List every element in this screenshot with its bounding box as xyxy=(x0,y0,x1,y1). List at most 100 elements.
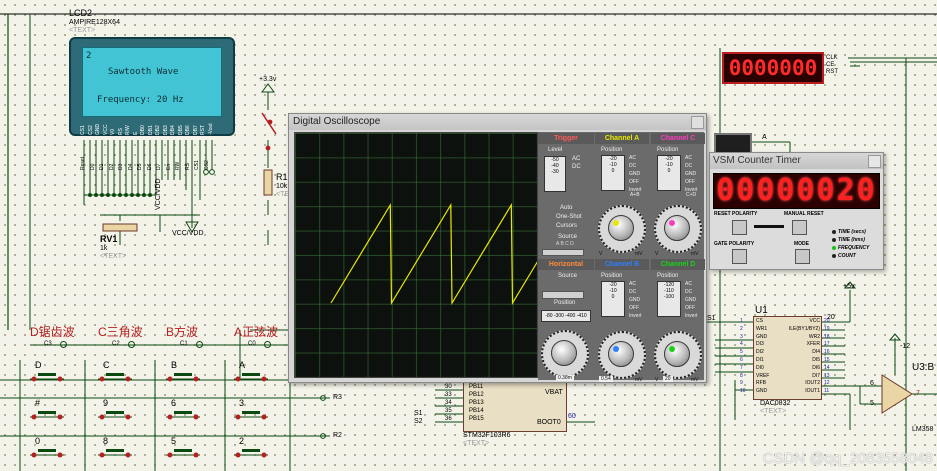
mode-option[interactable]: COUNT xyxy=(838,253,856,259)
mcu-boot0: BOOT0 xyxy=(537,419,561,426)
keypad-button[interactable] xyxy=(162,446,204,458)
keypad-button[interactable] xyxy=(94,370,136,382)
horizontal-position-scale[interactable]: -80 -300 -400 -410 xyxy=(541,310,591,322)
keypad-button[interactable] xyxy=(230,408,272,420)
a-plus-b-label[interactable]: A+B xyxy=(630,192,640,198)
lcd-pin-label: DB7 xyxy=(192,125,199,135)
channel-mode-option[interactable]: AC xyxy=(629,155,636,161)
lcd-net-label: Reset xyxy=(80,156,86,170)
opamp-part: LM358 xyxy=(912,426,934,433)
keypad-button[interactable] xyxy=(26,446,68,458)
lcd-pin-label: CS1 xyxy=(80,125,86,135)
oscilloscope-title[interactable]: Digital Oscilloscope xyxy=(289,114,706,130)
opamp-ref: U3:B xyxy=(912,362,935,373)
keypad-button[interactable] xyxy=(230,446,272,458)
timebase-knob[interactable] xyxy=(551,340,577,366)
keypad-button-label: 8 xyxy=(103,436,109,446)
trigger-source-options[interactable]: A B C D xyxy=(556,241,574,247)
channel-scale-knob[interactable] xyxy=(608,215,634,241)
dac-pin-number: 13 xyxy=(824,372,830,379)
channel-scale-knob[interactable] xyxy=(608,341,634,367)
keypad-button[interactable] xyxy=(162,408,204,420)
reset-polarity-button[interactable] xyxy=(732,220,747,235)
mode-option[interactable]: TIME (secs) xyxy=(838,229,866,235)
channel-mode-option[interactable]: OFF xyxy=(685,179,695,185)
dac-pin-number: 9 xyxy=(740,380,743,387)
oscilloscope-window[interactable]: Digital Oscilloscope Trigger Level -50 -4… xyxy=(288,113,707,383)
channel-mode-option[interactable]: DC xyxy=(629,289,636,295)
trigger-dc[interactable]: DC xyxy=(572,164,581,170)
channel-mode-option[interactable]: AC xyxy=(685,155,692,161)
keypad-button[interactable] xyxy=(162,370,204,382)
dac-pin-label: DI4 xyxy=(812,349,820,356)
trigger-level-scale[interactable]: -50 -40 -30 xyxy=(544,156,566,192)
channel-mode-option[interactable]: AC xyxy=(629,281,636,287)
oscilloscope-controls: Trigger Level -50 -40 -30 AC DC Auto One-S… xyxy=(538,132,705,383)
dac-pin-label: DI1 xyxy=(756,357,764,363)
dac-pin-label: DI7 xyxy=(812,372,820,379)
net-r3: R3 xyxy=(333,394,342,401)
counter-timer-close-button[interactable] xyxy=(868,155,881,168)
trigger-ac[interactable]: AC xyxy=(572,156,580,162)
wave-button-title: B方波 xyxy=(166,325,199,339)
channel-mode-option[interactable]: DC xyxy=(629,163,636,169)
channel-scale-unit: V xyxy=(655,251,659,257)
net-terminal-icon xyxy=(60,341,67,348)
channel-mode-option[interactable]: GND xyxy=(685,297,696,303)
keypad: D C B A #9 6 3 0 8 5 2 xyxy=(20,358,300,471)
gate-polarity-button[interactable] xyxy=(732,249,747,264)
channel-mode-option[interactable]: Invert xyxy=(685,313,698,319)
counter-display[interactable]: 0000000 xyxy=(722,52,824,84)
channel-mode-option[interactable]: AC xyxy=(685,281,692,287)
trigger-cursors[interactable]: Cursors xyxy=(556,223,577,229)
trigger-one-shot[interactable]: One-Shot xyxy=(556,214,582,220)
manual-reset-button[interactable] xyxy=(792,220,807,235)
schematic-canvas[interactable]: LCD2 AMPIRE128X64 <TEXT> 2 Sawtooth Wave… xyxy=(0,0,937,471)
trigger-source-slider[interactable] xyxy=(542,249,584,256)
channel-mode-option[interactable]: GND xyxy=(629,297,640,303)
keypad-button[interactable] xyxy=(230,370,272,382)
channel-position-scale[interactable]: -20 -10 0 xyxy=(657,155,681,191)
wave-button-title: D锯齿波 xyxy=(30,325,75,339)
dac-pin-number: 18 xyxy=(824,333,830,340)
channel-mode-option[interactable]: GND xyxy=(629,171,640,177)
channel-scale-knob[interactable] xyxy=(664,215,690,241)
counter-timer-window[interactable]: VSM Counter Timer 00000020 RESET POLARIT… xyxy=(709,152,884,270)
channel-position-scale[interactable]: -20 -10 0 xyxy=(601,281,625,317)
keypad-button[interactable] xyxy=(94,446,136,458)
channel-mode-option[interactable]: OFF xyxy=(629,179,639,185)
dac-pin-number: 11 xyxy=(824,388,830,395)
channel-position-scale[interactable]: -120 -110 -100 xyxy=(657,281,681,317)
keypad-button[interactable] xyxy=(26,370,68,382)
lcd-net-label: D7 xyxy=(156,163,162,170)
mode-option[interactable]: FREQUENCY xyxy=(838,245,869,251)
channel-scale-unit-mv: mV xyxy=(691,377,699,383)
horizontal-source-slider[interactable] xyxy=(542,291,584,299)
channel-position-scale[interactable]: -20 -10 0 xyxy=(601,155,625,191)
channel-mode-option[interactable]: Invert xyxy=(629,313,642,319)
lcd-pin-label: E xyxy=(132,131,139,135)
trigger-auto[interactable]: Auto xyxy=(560,205,572,211)
lcd-net-labels: Reset D0 D1 D2 D3 D4 D5 D6 D7 En RW RS CS1 CS2 xyxy=(80,142,220,172)
opamp-pin-6: 6 xyxy=(870,380,874,387)
channel-mode-option[interactable]: GND xyxy=(685,171,696,177)
keypad-button[interactable] xyxy=(94,408,136,420)
channel-scale-knob[interactable] xyxy=(664,341,690,367)
channel-mode-option[interactable]: DC xyxy=(685,289,692,295)
dac-pin-label: GND xyxy=(756,333,768,340)
timebase-readout: 0.38m xyxy=(556,375,574,381)
channel-mode-option[interactable]: DC xyxy=(685,163,692,169)
keypad-button[interactable] xyxy=(26,408,68,420)
trigger-source: Source xyxy=(558,234,578,240)
mode-button[interactable] xyxy=(795,249,810,264)
lcd-net-label: D5 xyxy=(137,163,143,170)
c-plus-d-label[interactable]: C+D xyxy=(686,192,696,198)
counter-timer-title[interactable]: VSM Counter Timer xyxy=(710,153,883,169)
keypad-button-label: B xyxy=(171,360,178,370)
mode-option[interactable]: TIME (hms) xyxy=(838,237,865,243)
channel-mode-option[interactable]: OFF xyxy=(685,305,695,311)
channel-mode-option[interactable]: OFF xyxy=(629,305,639,311)
supply-3v3: +3.3v xyxy=(259,76,277,83)
channel-position-label: Position xyxy=(601,273,623,279)
oscilloscope-close-button[interactable] xyxy=(691,116,704,129)
